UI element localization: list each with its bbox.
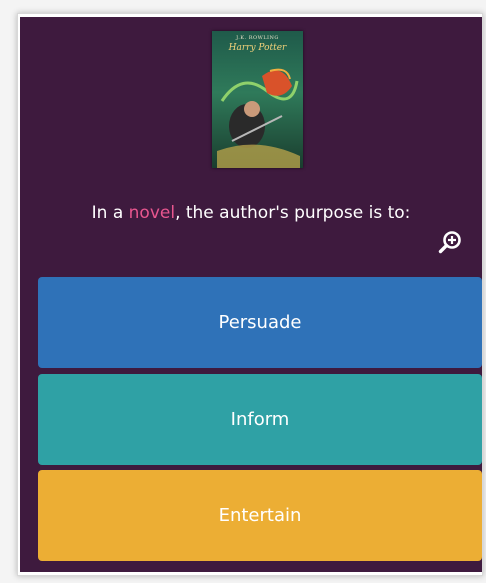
answer-inform-button[interactable]: Inform <box>38 374 482 465</box>
question-text: In a novel, the author's purpose is to: <box>20 203 482 223</box>
question-prefix: In a <box>91 203 129 223</box>
book-author: J.K. ROWLING <box>236 35 279 41</box>
question-suffix: , the author's purpose is to: <box>175 203 411 223</box>
answer-persuade-button[interactable]: Persuade <box>38 277 482 368</box>
quiz-card: J.K. ROWLING Harry Potter In a novel, th… <box>20 17 482 572</box>
answer-label: Inform <box>230 409 290 430</box>
book-title: Harry Potter <box>228 43 287 53</box>
answer-label: Persuade <box>218 312 302 333</box>
answer-entertain-button[interactable]: Entertain <box>38 470 482 561</box>
zoom-in-icon[interactable] <box>438 230 462 254</box>
answer-label: Entertain <box>218 505 302 526</box>
book-cover-image: J.K. ROWLING Harry Potter <box>212 31 303 168</box>
question-highlight: novel <box>128 203 176 223</box>
